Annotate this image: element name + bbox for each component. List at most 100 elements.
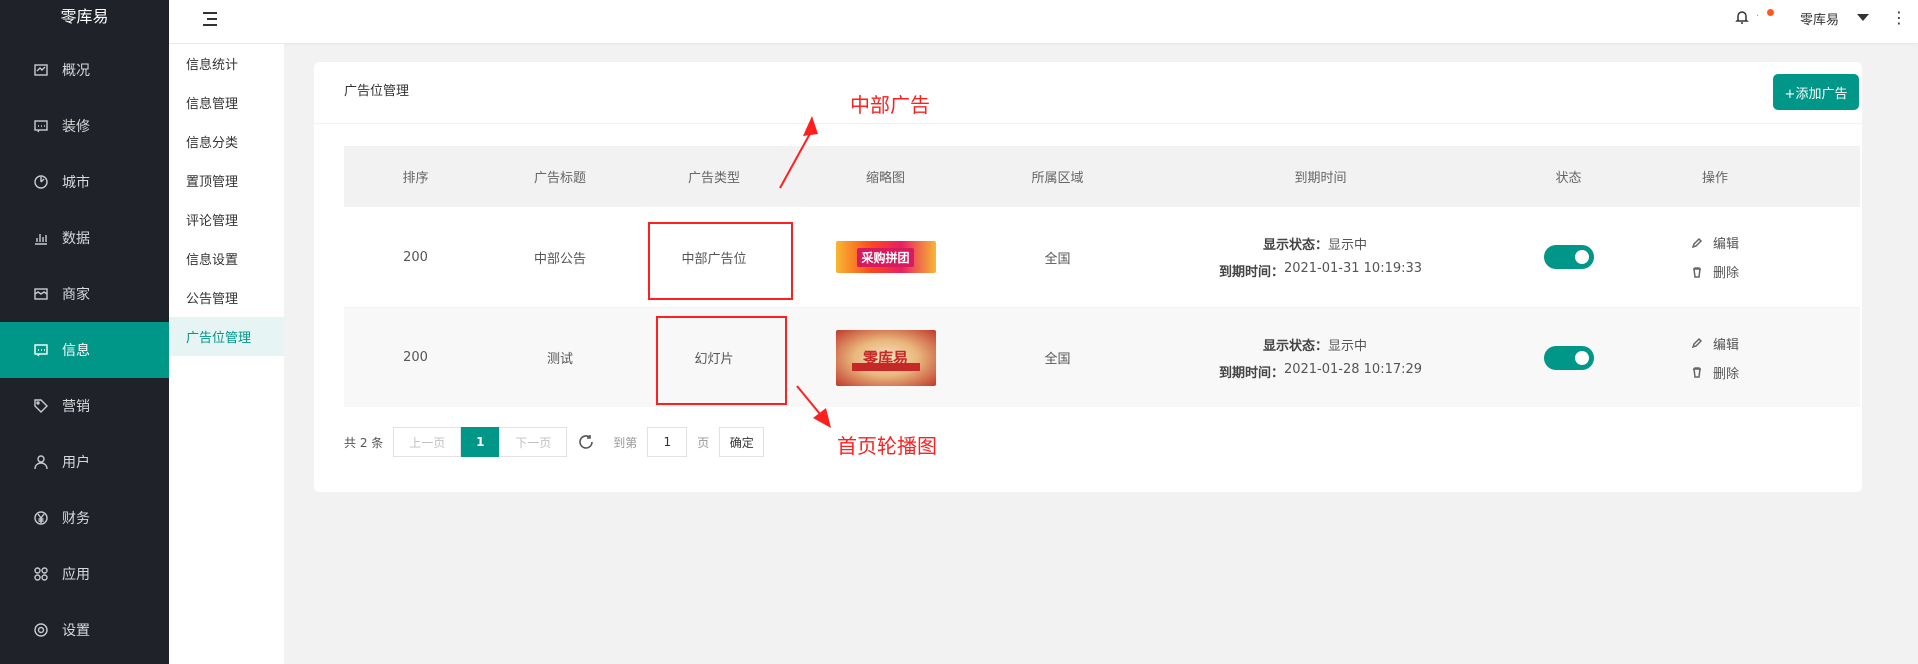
status-label: 显示状态：: [1262, 238, 1328, 253]
expire-value: 2021-01-31 10:19:33: [1283, 261, 1423, 276]
sidebar-item-decorate[interactable]: 装修: [0, 98, 169, 154]
sidebar-item-user[interactable]: 用户: [0, 434, 169, 490]
sidebar-item-info[interactable]: 信息: [0, 322, 169, 378]
subnav-item-notice-manage[interactable]: 公告管理: [169, 278, 284, 317]
secondary-sidebar: 信息统计 信息管理 信息分类 置顶管理 评论管理 信息设置 公告管理 广告位管理: [169, 44, 284, 664]
expire-value: 2021-01-28 10:17:29: [1283, 361, 1423, 377]
more-vertical-icon[interactable]: ⋮: [1891, 8, 1907, 27]
row-status-cell: [1502, 207, 1635, 307]
sidebar-item-label: 财务: [62, 511, 90, 527]
menu-toggle-icon[interactable]: [199, 10, 217, 28]
annotation-label-middle-ad: 中部广告: [850, 93, 930, 117]
edit-label: 编辑: [1712, 337, 1739, 353]
main-sidebar: 零库易 概况 装修 城市 数据 商家 信息 营销 用户 财务 应用 设置: [0, 0, 169, 664]
row-actions-cell: 编辑 删除: [1635, 308, 1795, 407]
row-title: 中部公告: [533, 251, 586, 267]
add-ad-button[interactable]: +添加广告: [1773, 74, 1859, 110]
next-page-button[interactable]: 下一页: [499, 427, 568, 457]
status-value: 显示中: [1327, 238, 1367, 253]
ad-thumbnail[interactable]: 零库易: [835, 329, 936, 386]
table-row: 200 中部公告 中部广告位 采购拼团 全国 显示状态： 显示中 到期时间： 202…: [344, 207, 1860, 307]
subnav-item-info-category[interactable]: 信息分类: [169, 122, 284, 161]
ad-table: 排序 广告标题 广告类型 缩略图 所属区域 到期时间 状态 操作 200 中部公…: [344, 146, 1860, 407]
sidebar-item-finance[interactable]: 财务: [0, 490, 169, 546]
card-divider: [314, 123, 1862, 124]
chevron-down-icon[interactable]: [1857, 14, 1869, 21]
chart-icon: [32, 229, 50, 247]
row-expire-cell: 显示状态： 显示中 到期时间： 2021-01-28 10:17:29: [1139, 308, 1502, 407]
annotation-label-slideshow: 首页轮播图: [837, 434, 937, 458]
goto-confirm-button[interactable]: 确定: [719, 427, 765, 457]
tag-icon: [32, 397, 50, 415]
ad-thumbnail[interactable]: 采购拼团: [835, 241, 936, 273]
pencil-icon: [1691, 237, 1703, 249]
subnav-item-pin-manage[interactable]: 置顶管理: [169, 161, 284, 200]
city-icon: [32, 173, 50, 191]
refresh-icon[interactable]: [577, 433, 595, 451]
column-header-order: 排序: [402, 171, 429, 186]
sidebar-item-label: 数据: [62, 231, 90, 247]
sidebar-item-data[interactable]: 数据: [0, 210, 169, 266]
status-toggle[interactable]: [1543, 345, 1594, 370]
row-actions-cell: 编辑 删除: [1635, 207, 1795, 307]
user-menu[interactable]: 零库易: [1800, 9, 1839, 28]
status-label: 显示状态：: [1262, 338, 1328, 354]
decorate-icon: [32, 117, 50, 135]
column-header-expire: 到期时间: [1294, 171, 1347, 186]
sidebar-item-settings[interactable]: 设置: [0, 602, 169, 658]
subnav-item-ad-manage[interactable]: 广告位管理: [169, 317, 284, 356]
delete-label: 删除: [1712, 266, 1739, 281]
trash-icon: [1691, 366, 1703, 378]
edit-button[interactable]: 编辑: [1691, 233, 1739, 252]
trash-icon: [1691, 266, 1703, 278]
row-order: 200: [403, 249, 428, 265]
expire-label: 到期时间：: [1218, 265, 1284, 280]
app-logo: 零库易: [60, 7, 109, 26]
edit-button[interactable]: 编辑: [1691, 334, 1739, 353]
sidebar-item-marketing[interactable]: 营销: [0, 378, 169, 434]
current-page-button[interactable]: 1: [461, 427, 500, 457]
delete-button[interactable]: 删除: [1691, 363, 1739, 382]
edit-label: 编辑: [1712, 237, 1739, 252]
sidebar-item-overview[interactable]: 概况: [0, 42, 169, 98]
dashboard-icon: [32, 61, 50, 79]
yen-icon: [32, 509, 50, 527]
goto-page-input[interactable]: [647, 427, 688, 457]
row-thumbnail-cell: 零库易: [795, 308, 976, 407]
table-header: 排序 广告标题 广告类型 缩略图 所属区域 到期时间 状态 操作: [344, 146, 1860, 207]
top-header: · 零库易 ⋮: [169, 0, 1918, 43]
subnav-item-info-settings[interactable]: 信息设置: [169, 239, 284, 278]
sidebar-item-apps[interactable]: 应用: [0, 546, 169, 602]
bell-icon[interactable]: [1734, 9, 1752, 27]
pagination: 共 2 条 上一页 1 下一页 到第 页 确定: [344, 427, 765, 457]
subnav-item-info-stats[interactable]: 信息统计: [169, 44, 284, 83]
notification-dot: [1767, 9, 1774, 16]
page-unit-label: 页: [697, 435, 710, 450]
page-title: 广告位管理: [344, 84, 410, 99]
annotation-box-middle-ad: [648, 222, 793, 300]
table-row: 200 测试 幻灯片 零库易 全国 显示状态： 显示中 到期时间： 2021-01-…: [344, 307, 1860, 407]
prev-page-button[interactable]: 上一页: [393, 427, 462, 457]
delete-button[interactable]: 删除: [1691, 262, 1739, 281]
sidebar-item-city[interactable]: 城市: [0, 154, 169, 210]
column-header-thumbnail: 缩略图: [865, 171, 905, 186]
sidebar-item-label: 用户: [62, 455, 90, 471]
store-icon: [32, 285, 50, 303]
subnav-item-comment-manage[interactable]: 评论管理: [169, 200, 284, 239]
apps-icon: [32, 565, 50, 583]
row-region: 全国: [1044, 352, 1071, 367]
goto-label: 到第: [613, 435, 638, 450]
column-header-status: 状态: [1555, 171, 1582, 186]
sidebar-item-label: 商家: [62, 287, 90, 303]
column-header-actions: 操作: [1701, 171, 1728, 186]
sidebar-item-label: 信息: [62, 343, 90, 359]
status-toggle[interactable]: [1543, 245, 1594, 269]
pencil-icon: [1691, 337, 1703, 349]
expire-label: 到期时间：: [1218, 365, 1284, 381]
sidebar-item-merchant[interactable]: 商家: [0, 266, 169, 322]
ad-management-card: 广告位管理 +添加广告 排序 广告标题 广告类型 缩略图 所属区域 到期时间 状…: [314, 62, 1862, 492]
subnav-item-info-manage[interactable]: 信息管理: [169, 83, 284, 122]
row-title: 测试: [546, 352, 573, 367]
status-value: 显示中: [1327, 338, 1367, 354]
user-icon: [32, 453, 50, 471]
